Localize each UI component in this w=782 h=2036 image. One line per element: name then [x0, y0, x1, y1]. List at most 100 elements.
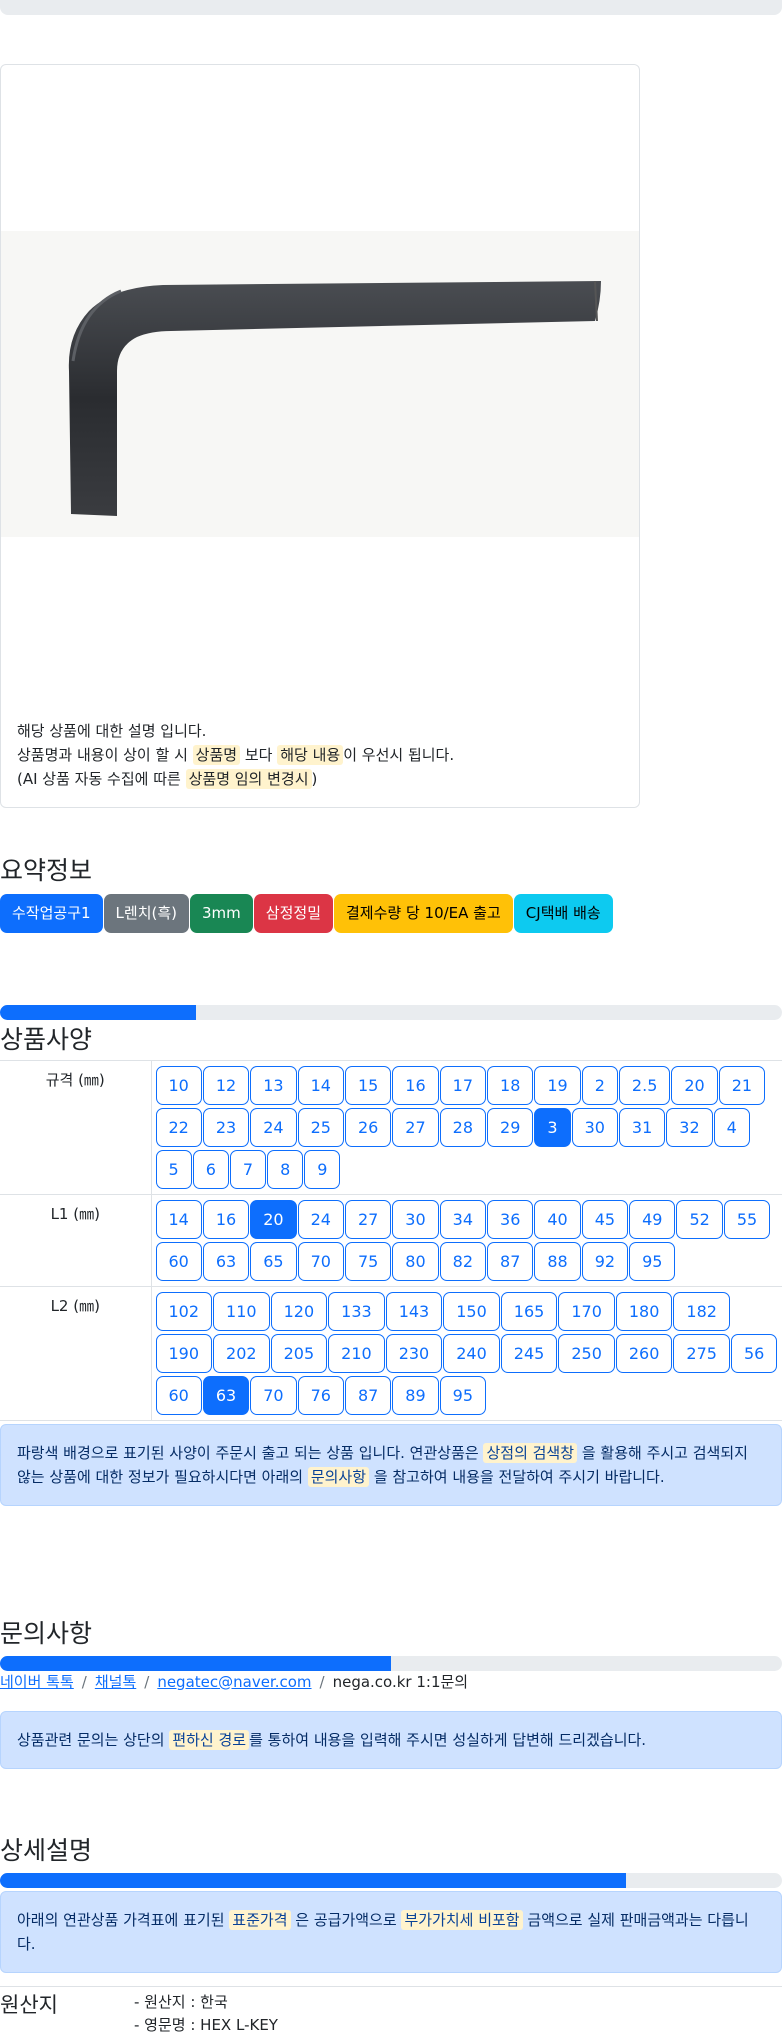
spec-option-button[interactable]: 17: [439, 1066, 487, 1105]
spec-option-button[interactable]: 12: [202, 1066, 250, 1105]
spec-option-button[interactable]: 3: [534, 1108, 571, 1147]
spec-option-button[interactable]: 150: [443, 1292, 500, 1331]
spec-option-button[interactable]: 260: [615, 1334, 673, 1373]
spec-option-button[interactable]: 27: [392, 1108, 439, 1147]
spec-option-button[interactable]: 4: [713, 1108, 750, 1147]
spec-label: 규격 (㎜): [0, 1060, 152, 1195]
spec-option-button[interactable]: 30: [571, 1108, 618, 1147]
spec-option-button[interactable]: 20: [250, 1200, 297, 1239]
spec-option-button[interactable]: 10: [155, 1066, 202, 1105]
spec-option-button[interactable]: 82: [439, 1242, 487, 1281]
spec-option-button[interactable]: 80: [392, 1242, 439, 1281]
spec-option-button[interactable]: 7: [229, 1150, 267, 1189]
spec-option-button[interactable]: 240: [443, 1334, 500, 1373]
inquiry-notice: 상품관련 문의는 상단의 편하신 경로 를 통하여 내용을 입력해 주시면 성실하…: [0, 1711, 782, 1769]
spec-option-button[interactable]: 170: [558, 1292, 615, 1331]
spec-option-button[interactable]: 92: [581, 1242, 629, 1281]
spec-option-button[interactable]: 65: [250, 1242, 297, 1281]
spec-option-button[interactable]: 110: [213, 1292, 270, 1331]
spec-option-button[interactable]: 190: [155, 1334, 213, 1373]
spec-option-button[interactable]: 26: [344, 1108, 392, 1147]
spec-option-button[interactable]: 15: [344, 1066, 392, 1105]
spec-option-button[interactable]: 60: [155, 1242, 202, 1281]
spec-option-button[interactable]: 40: [534, 1200, 581, 1239]
spec-option-button[interactable]: 5: [155, 1150, 192, 1189]
spec-option-button[interactable]: 20: [671, 1066, 718, 1105]
spec-option-button[interactable]: 49: [629, 1200, 676, 1239]
spec-option-button[interactable]: 250: [558, 1334, 615, 1373]
spec-option-button[interactable]: 30: [392, 1200, 439, 1239]
spec-option-button[interactable]: 60: [155, 1376, 202, 1415]
spec-option-button[interactable]: 87: [344, 1376, 392, 1415]
spec-option-button[interactable]: 34: [439, 1200, 487, 1239]
spec-option-button[interactable]: 210: [328, 1334, 385, 1373]
spec-option-button[interactable]: 21: [718, 1066, 766, 1105]
spec-option-button[interactable]: 13: [250, 1066, 297, 1105]
spec-option-button[interactable]: 8: [267, 1150, 304, 1189]
spec-option-button[interactable]: 202: [213, 1334, 270, 1373]
spec-option-button[interactable]: 9: [304, 1150, 341, 1189]
spec-option-button[interactable]: 56: [730, 1334, 778, 1373]
spec-option-button[interactable]: 29: [487, 1108, 534, 1147]
spec-option-button[interactable]: 143: [385, 1292, 443, 1331]
spec-option-button[interactable]: 16: [202, 1200, 250, 1239]
spec-option-button[interactable]: 18: [487, 1066, 534, 1105]
spec-option-button[interactable]: 95: [439, 1376, 487, 1415]
spec-option-button[interactable]: 70: [250, 1376, 297, 1415]
spec-option-button[interactable]: 23: [202, 1108, 250, 1147]
channeltalk-link[interactable]: 채널톡: [95, 1671, 136, 1692]
spec-option-button[interactable]: 89: [392, 1376, 439, 1415]
spec-option-button[interactable]: 45: [581, 1200, 629, 1239]
spec-option-button[interactable]: 25: [297, 1108, 344, 1147]
spec-option-button[interactable]: 31: [618, 1108, 666, 1147]
spec-option-button[interactable]: 55: [723, 1200, 771, 1239]
spec-label: L2 (㎜): [0, 1286, 152, 1421]
spec-option-button[interactable]: 88: [534, 1242, 581, 1281]
spec-option-button[interactable]: 76: [297, 1376, 344, 1415]
spec-options: 102 110 120 133 143 150 165 170 180 182 190 202 205 2…: [151, 1286, 782, 1421]
spec-option-button[interactable]: 22: [155, 1108, 202, 1147]
spec-option-button[interactable]: 205: [270, 1334, 328, 1373]
notice-text: 은 공급가액으로: [295, 1911, 397, 1929]
spec-option-button[interactable]: 165: [500, 1292, 558, 1331]
spec-option-button[interactable]: 14: [155, 1200, 202, 1239]
spec-option-button[interactable]: 87: [487, 1242, 534, 1281]
spec-option-button[interactable]: 180: [615, 1292, 673, 1331]
spec-option-button[interactable]: 63: [202, 1376, 250, 1415]
spec-option-button[interactable]: 120: [270, 1292, 328, 1331]
spec-option-button[interactable]: 14: [297, 1066, 344, 1105]
spec-option-button[interactable]: 36: [487, 1200, 534, 1239]
breadcrumb-separator: /: [319, 1672, 325, 1691]
naver-talktalk-link[interactable]: 네이버 톡톡: [0, 1671, 74, 1692]
spec-option-button[interactable]: 24: [250, 1108, 297, 1147]
spec-option-button[interactable]: 63: [202, 1242, 250, 1281]
spec-option-button[interactable]: 70: [297, 1242, 344, 1281]
spec-option-button[interactable]: 27: [344, 1200, 392, 1239]
spec-option-button[interactable]: 133: [328, 1292, 385, 1331]
spec-option-button[interactable]: 6: [192, 1150, 229, 1189]
spec-option-button[interactable]: 24: [297, 1200, 344, 1239]
spec-option-button[interactable]: 182: [673, 1292, 730, 1331]
notice-text: 아래의 연관상품 가격표에 표기된: [17, 1911, 225, 1929]
spec-option-group: 14 16 20 24 27 30 34 36 40 45 49 52 55 60 63 65 70 75 80 82…: [155, 1199, 782, 1282]
spec-option-button[interactable]: 2.5: [618, 1066, 671, 1105]
spec-option-button[interactable]: 95: [629, 1242, 676, 1281]
email-link[interactable]: negatec@naver.com: [157, 1673, 311, 1691]
origin-section: 원산지 - 원산지 : 한국 - 영문명 : HEX L-KEY: [0, 1986, 782, 2034]
detail-notice: 아래의 연관상품 가격표에 표기된 표준가격 은 공급가액으로 부가가치세 비포…: [0, 1891, 782, 1973]
spec-options: 10 12 13 14 15 16 17 18 19 2 2.5 20 21 22 23 24 25 26 27 28…: [151, 1060, 782, 1195]
spec-option-button[interactable]: 75: [344, 1242, 392, 1281]
inquiry-title: 문의사항: [0, 1619, 93, 1648]
spec-option-button[interactable]: 52: [676, 1200, 723, 1239]
spec-option-button[interactable]: 28: [439, 1108, 487, 1147]
spec-option-button[interactable]: 2: [581, 1066, 618, 1105]
spec-option-button[interactable]: 16: [392, 1066, 439, 1105]
spec-option-button[interactable]: 245: [500, 1334, 558, 1373]
spec-option-button[interactable]: 102: [155, 1292, 213, 1331]
spec-option-button[interactable]: 275: [673, 1334, 730, 1373]
summary-badge: CJ택배 배송: [513, 894, 613, 933]
spec-option-button[interactable]: 19: [534, 1066, 581, 1105]
notice-text: 상품명과 내용이 상이 할 시: [17, 746, 188, 764]
spec-option-button[interactable]: 32: [666, 1108, 713, 1147]
spec-option-button[interactable]: 230: [385, 1334, 443, 1373]
